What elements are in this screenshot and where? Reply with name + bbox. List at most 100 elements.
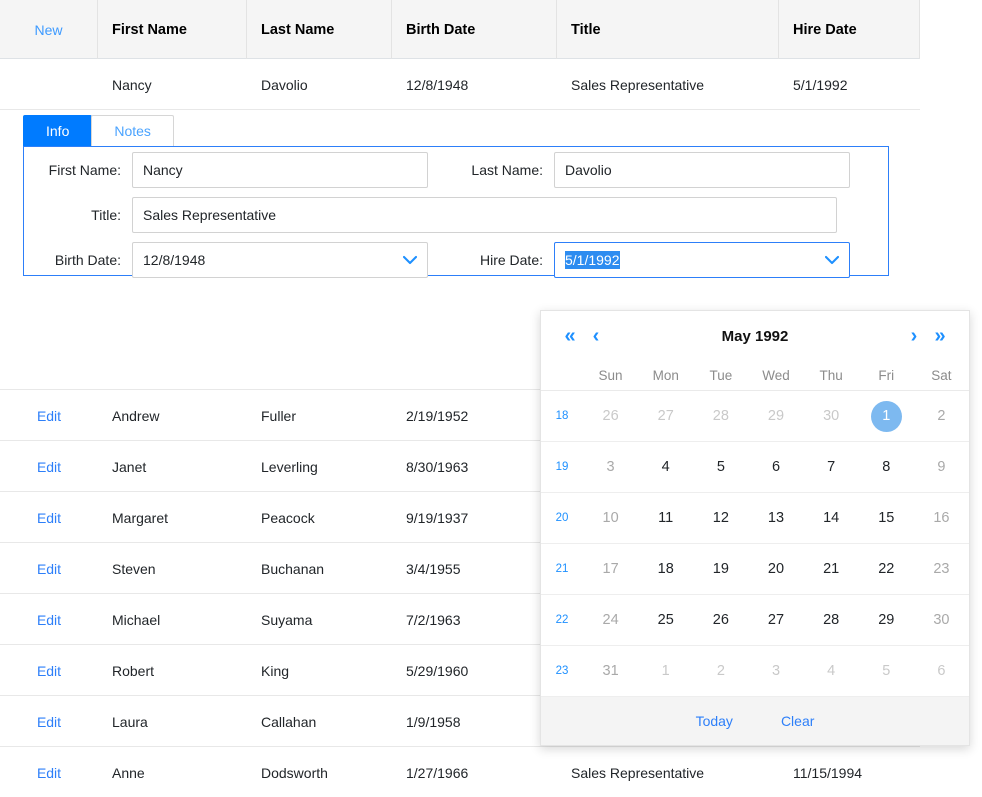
calendar-day[interactable]: 3 [748,646,803,697]
next-year-icon[interactable]: » [927,322,953,350]
row-first-name: Nancy [112,76,152,93]
first-name-input[interactable]: Nancy [132,151,428,188]
calendar-day[interactable]: 22 [859,544,914,595]
row-birth-date: 5/29/1960 [406,662,469,679]
calendar-day[interactable]: 4 [638,442,693,493]
calendar-day[interactable]: 23 [914,544,969,595]
calendar-day-label: 20 [767,561,785,577]
calendar-day[interactable]: 11 [638,493,693,544]
calendar-weeks-container: 18 26 27 28 29 30 1 2 19 3 4 5 6 7 8 9 20 10 11 12 13 14 15 16 2… [541,391,969,697]
calendar-day[interactable]: 2 [693,646,748,697]
calendar-day[interactable]: 24 [583,595,638,646]
edit-button[interactable]: Edit [37,612,61,628]
calendar-day[interactable]: 5 [693,442,748,493]
calendar-day[interactable]: 18 [638,544,693,595]
calendar-day[interactable]: 7 [804,442,859,493]
calendar-day[interactable]: 4 [804,646,859,697]
chevron-down-icon[interactable] [403,255,417,264]
calendar-day[interactable]: 20 [748,544,803,595]
prev-month-icon[interactable]: ‹ [583,322,609,350]
page-root: New First Name Last Name Birth Date Titl… [0,0,982,797]
week-number: 21 [555,563,569,575]
calendar-day-label: 19 [712,561,729,577]
last-name-input[interactable]: Davolio [554,151,850,188]
calendar-day-label: 30 [933,612,950,628]
edit-button[interactable]: Edit [37,510,61,526]
grid-header-birth-date[interactable]: Birth Date [392,0,557,59]
title-input[interactable]: Sales Representative [132,196,837,233]
edit-button[interactable]: Edit [37,765,61,781]
calendar-day-label: 11 [658,510,674,526]
calendar-day[interactable]: 19 [693,544,748,595]
edit-button[interactable]: Edit [37,561,61,577]
edit-form-panel: First Name: Nancy Last Name: Davolio Tit… [23,146,889,278]
today-button[interactable]: Today [696,713,733,729]
chevron-down-icon[interactable] [825,255,839,264]
calendar-day[interactable]: 9 [914,442,969,493]
calendar-day-label: 12 [712,510,729,526]
calendar-day[interactable]: 14 [804,493,859,544]
calendar-day[interactable]: 10 [583,493,638,544]
last-name-value: Davolio [565,161,612,178]
hire-date-datepicker[interactable]: 5/1/1992 [554,241,850,278]
calendar-day[interactable]: 27 [638,391,693,442]
calendar-day[interactable]: 2 [914,391,969,442]
week-number: 22 [555,614,569,626]
calendar-title[interactable]: May 1992 [609,328,901,345]
calendar-day-label: 2 [937,408,946,424]
calendar-day[interactable]: 12 [693,493,748,544]
edit-button[interactable]: Edit [37,714,61,730]
calendar-day-label: 8 [882,459,891,475]
calendar-day-selected[interactable]: 1 [859,391,914,442]
calendar-day[interactable]: 17 [583,544,638,595]
calendar-week-row: 20 10 11 12 13 14 15 16 [541,493,969,544]
grid-header-hire-date[interactable]: Hire Date [779,0,920,59]
row-command-cell: Edit [0,594,98,645]
calendar-day[interactable]: 8 [859,442,914,493]
row-first-name: Margaret [112,509,169,526]
prev-year-icon[interactable]: « [557,322,583,350]
grid-header-last-name[interactable]: Last Name [247,0,392,59]
calendar-day[interactable]: 29 [748,391,803,442]
calendar-day[interactable]: 16 [914,493,969,544]
birth-date-datepicker[interactable]: 12/8/1948 [132,241,428,278]
clear-button[interactable]: Clear [781,713,814,729]
grid-header-title[interactable]: Title [557,0,779,59]
calendar-day[interactable]: 26 [583,391,638,442]
calendar-day[interactable]: 13 [748,493,803,544]
calendar-day[interactable]: 6 [748,442,803,493]
calendar-day[interactable]: 5 [859,646,914,697]
new-button[interactable]: New [34,22,62,38]
calendar-day[interactable]: 28 [804,595,859,646]
calendar-day[interactable]: 30 [914,595,969,646]
next-month-icon[interactable]: › [901,322,927,350]
calendar-day-label: 13 [767,510,785,526]
edit-button[interactable]: Edit [37,459,61,475]
calendar-day[interactable]: 26 [693,595,748,646]
calendar-day[interactable]: 27 [748,595,803,646]
calendar-day[interactable]: 3 [583,442,638,493]
tab-info[interactable]: Info [23,115,93,146]
calendar-day[interactable]: 28 [693,391,748,442]
birth-date-value: 12/8/1948 [143,251,206,268]
calendar-day-label: 2 [716,663,725,679]
row-last-name: Fuller [261,407,297,424]
calendar-day[interactable]: 30 [804,391,859,442]
grid-header-first-name[interactable]: First Name [98,0,247,59]
row-command-cell: Edit [0,543,98,594]
edit-button[interactable]: Edit [37,408,61,424]
calendar-day[interactable]: 25 [638,595,693,646]
calendar-day[interactable]: 29 [859,595,914,646]
calendar-day-label: 6 [771,459,781,475]
calendar-day[interactable]: 1 [638,646,693,697]
row-hire-date: 5/1/1992 [793,76,848,93]
edit-button[interactable]: Edit [37,663,61,679]
calendar-day[interactable]: 31 [583,646,638,697]
weekday-mon: Mon [652,368,679,383]
calendar-day[interactable]: 6 [914,646,969,697]
calendar-day[interactable]: 15 [859,493,914,544]
weekday-thu: Thu [819,368,843,383]
calendar-day[interactable]: 21 [804,544,859,595]
tab-notes[interactable]: Notes [91,115,174,146]
row-last-name: Leverling [261,458,318,475]
